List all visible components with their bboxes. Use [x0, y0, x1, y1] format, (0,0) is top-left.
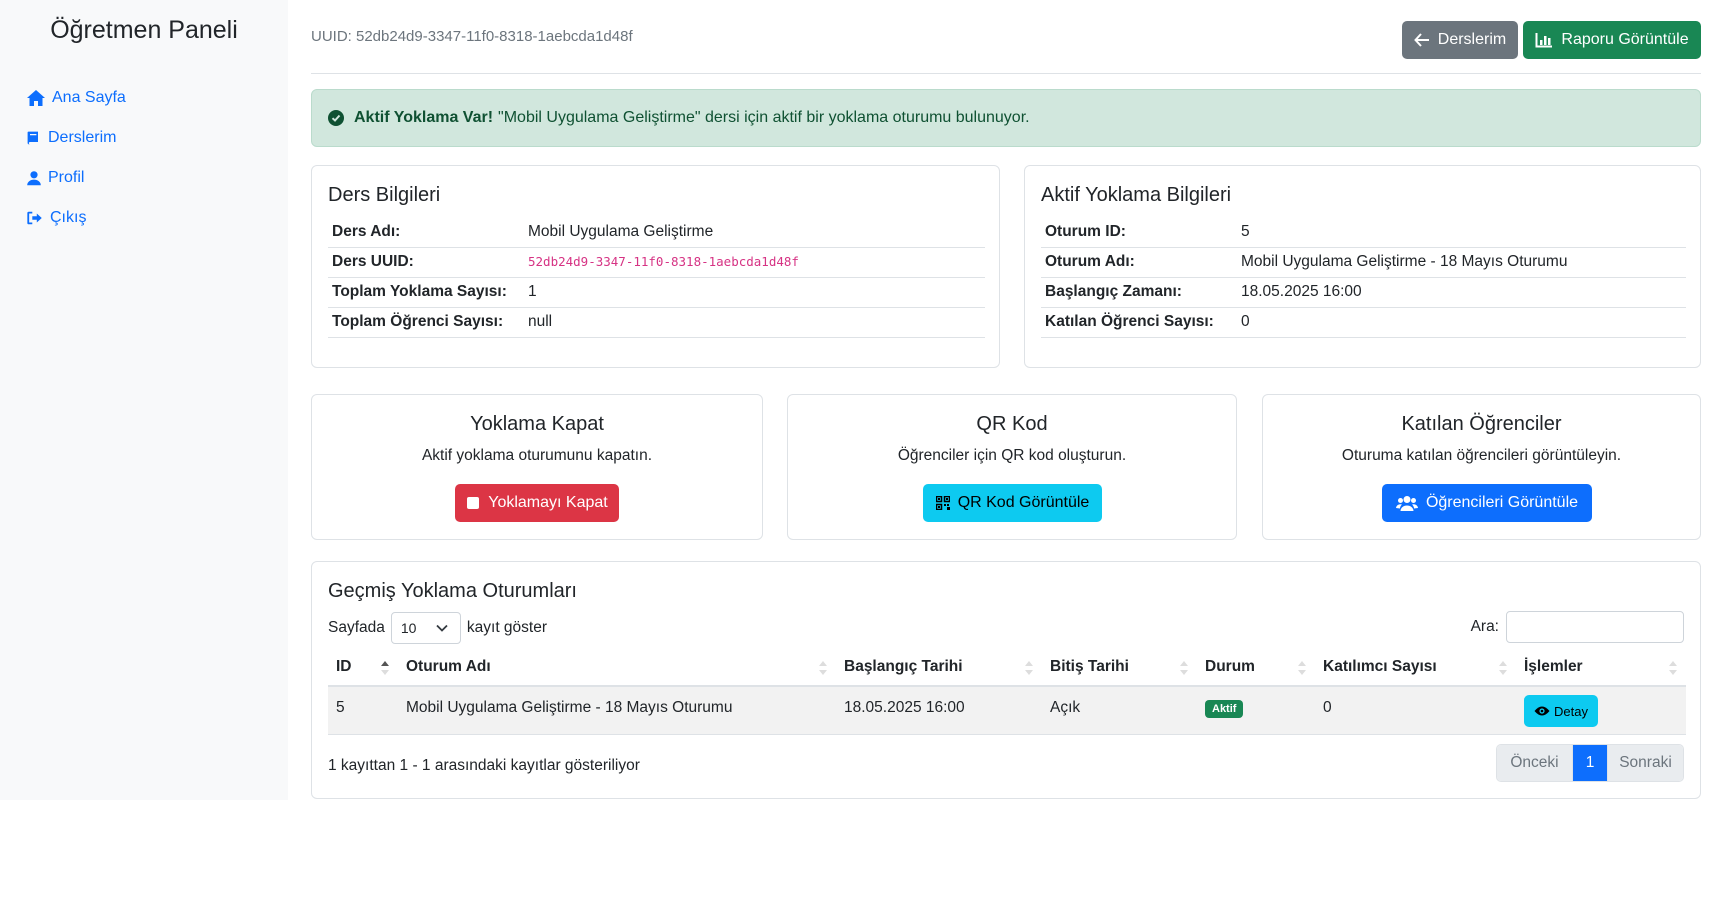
info-row: Oturum Adı: Mobil Uygulama Geliştirme - …: [1041, 247, 1686, 278]
info-row: Toplam Yoklama Sayısı: 1: [328, 277, 985, 308]
alert-text: "Mobil Uygulama Geliştirme" dersi için a…: [498, 109, 1030, 126]
close-attendance-button[interactable]: Yoklamayı Kapat: [455, 484, 619, 522]
page-length-select[interactable]: 10: [390, 612, 461, 644]
chart-icon: [1535, 33, 1553, 48]
table-header-row: ID Oturum Adı Başlangıç Tarihi Bitiş Tar…: [328, 648, 1686, 687]
history-table: ID Oturum Adı Başlangıç Tarihi Bitiş Tar…: [328, 648, 1686, 735]
history-card: Geçmiş Yoklama Oturumları Sayfada 10 kay…: [311, 561, 1701, 799]
sort-icon: [1499, 661, 1507, 675]
sidebar: Öğretmen Paneli Ana Sayfa Derslerim Prof…: [0, 0, 288, 800]
close-attendance-card: Yoklama Kapat Aktif yoklama oturumunu ka…: [311, 394, 763, 540]
course-uuid-label: UUID: 52db24d9-3347-11f0-8318-1aebcda1d4…: [311, 28, 633, 45]
table-search-control: Ara:: [1471, 611, 1684, 643]
close-attendance-title: Yoklama Kapat: [470, 413, 604, 435]
col-header-id[interactable]: ID: [328, 648, 398, 687]
sort-asc-icon: [381, 661, 389, 675]
detail-button[interactable]: Detay: [1524, 695, 1598, 727]
course-info-table: Ders Adı: Mobil Uygulama Geliştirme Ders…: [328, 217, 985, 338]
chevron-down-icon: [436, 624, 448, 632]
alert-strong-text: Aktif Yoklama Var!: [354, 109, 494, 126]
qr-code-desc: Öğrenciler için QR kod oluşturun.: [897, 447, 1127, 464]
col-header-actions[interactable]: İşlemler: [1516, 648, 1686, 687]
joined-students-card: Katılan Öğrenciler Oturuma katılan öğren…: [1262, 394, 1701, 540]
sort-icon: [1669, 661, 1677, 675]
eye-icon: [1534, 706, 1550, 716]
info-row: Ders UUID: 52db24d9-3347-11f0-8318-1aebc…: [328, 247, 985, 278]
arrow-left-icon: [1413, 33, 1429, 47]
sidebar-item-label: Derslerim: [48, 129, 117, 146]
info-row: Oturum ID: 5: [1041, 217, 1686, 248]
sort-icon: [1298, 661, 1306, 675]
info-row: Toplam Öğrenci Sayısı: null: [328, 307, 985, 338]
active-attendance-table: Oturum ID: 5 Oturum Adı: Mobil Uygulama …: [1041, 217, 1686, 338]
view-report-button[interactable]: Raporu Görüntüle: [1523, 21, 1701, 59]
pagination-next[interactable]: Sonraki: [1607, 745, 1683, 781]
check-circle-icon: [328, 110, 344, 126]
active-attendance-card: Aktif Yoklama Bilgileri Oturum ID: 5 Otu…: [1024, 165, 1701, 368]
info-row: Katılan Öğrenci Sayısı: 0: [1041, 307, 1686, 338]
sidebar-item-home[interactable]: Ana Sayfa: [26, 78, 126, 118]
qr-code-title: QR Kod: [976, 413, 1048, 435]
table-row: 5 Mobil Uygulama Geliştirme - 18 Mayıs O…: [328, 686, 1686, 735]
status-badge: Aktif: [1205, 700, 1244, 718]
sidebar-item-profile[interactable]: Profil: [26, 158, 126, 198]
back-to-courses-button[interactable]: Derslerim: [1402, 21, 1518, 59]
col-header-participant-count[interactable]: Katılımcı Sayısı: [1315, 648, 1516, 687]
book-icon: [27, 131, 38, 145]
sidebar-item-label: Çıkış: [50, 209, 87, 226]
col-header-status[interactable]: Durum: [1197, 648, 1315, 687]
sidebar-item-courses[interactable]: Derslerim: [26, 118, 126, 158]
info-row: Başlangıç Zamanı: 18.05.2025 16:00: [1041, 277, 1686, 308]
stop-icon: [467, 497, 480, 509]
sort-icon: [819, 661, 827, 675]
close-attendance-desc: Aktif yoklama oturumunu kapatın.: [421, 447, 653, 464]
qr-code-card: QR Kod Öğrenciler için QR kod oluşturun.…: [787, 394, 1237, 540]
course-uuid-code: 52db24d9-3347-11f0-8318-1aebcda1d48f: [528, 254, 799, 269]
sign-out-icon: [27, 211, 42, 225]
history-title: Geçmiş Yoklama Oturumları: [328, 580, 577, 602]
sidebar-item-label: Profil: [48, 169, 85, 186]
page-header: UUID: 52db24d9-3347-11f0-8318-1aebcda1d4…: [311, 0, 1701, 74]
view-students-button[interactable]: Öğrencileri Görüntüle: [1382, 484, 1592, 522]
active-attendance-alert: Aktif Yoklama Var! "Mobil Uygulama Geliş…: [311, 89, 1701, 147]
sort-icon: [1180, 661, 1188, 675]
qrcode-icon: [935, 496, 950, 510]
table-search-input[interactable]: [1506, 611, 1684, 643]
pagination: Önceki 1 Sonraki: [1496, 744, 1684, 782]
sidebar-nav: Ana Sayfa Derslerim Profil Çıkış: [26, 78, 126, 238]
view-qr-code-button[interactable]: QR Kod Görüntüle: [923, 484, 1102, 522]
users-icon: [1395, 496, 1418, 511]
home-icon: [27, 90, 45, 106]
active-attendance-title: Aktif Yoklama Bilgileri: [1041, 184, 1232, 206]
joined-students-title: Katılan Öğrenciler: [1401, 413, 1562, 435]
sidebar-item-label: Ana Sayfa: [52, 89, 126, 106]
col-header-start-date[interactable]: Başlangıç Tarihi: [836, 648, 1042, 687]
col-header-end-date[interactable]: Bitiş Tarihi: [1042, 648, 1197, 687]
sort-icon: [1025, 661, 1033, 675]
pagination-prev[interactable]: Önceki: [1497, 745, 1573, 781]
sidebar-title: Öğretmen Paneli: [50, 16, 238, 44]
sidebar-item-logout[interactable]: Çıkış: [26, 198, 126, 238]
page-length-control: Sayfada 10 kayıt göster: [328, 612, 547, 644]
table-info-text: 1 kayıttan 1 - 1 arasındaki kayıtlar gös…: [328, 757, 640, 774]
joined-students-desc: Oturuma katılan öğrencileri görüntüleyin…: [1341, 447, 1622, 464]
course-info-card: Ders Bilgileri Ders Adı: Mobil Uygulama …: [311, 165, 1000, 368]
pagination-page-1[interactable]: 1: [1573, 745, 1607, 781]
col-header-session-name[interactable]: Oturum Adı: [398, 648, 836, 687]
course-info-title: Ders Bilgileri: [328, 184, 441, 206]
info-row: Ders Adı: Mobil Uygulama Geliştirme: [328, 217, 985, 248]
user-icon: [27, 171, 41, 186]
